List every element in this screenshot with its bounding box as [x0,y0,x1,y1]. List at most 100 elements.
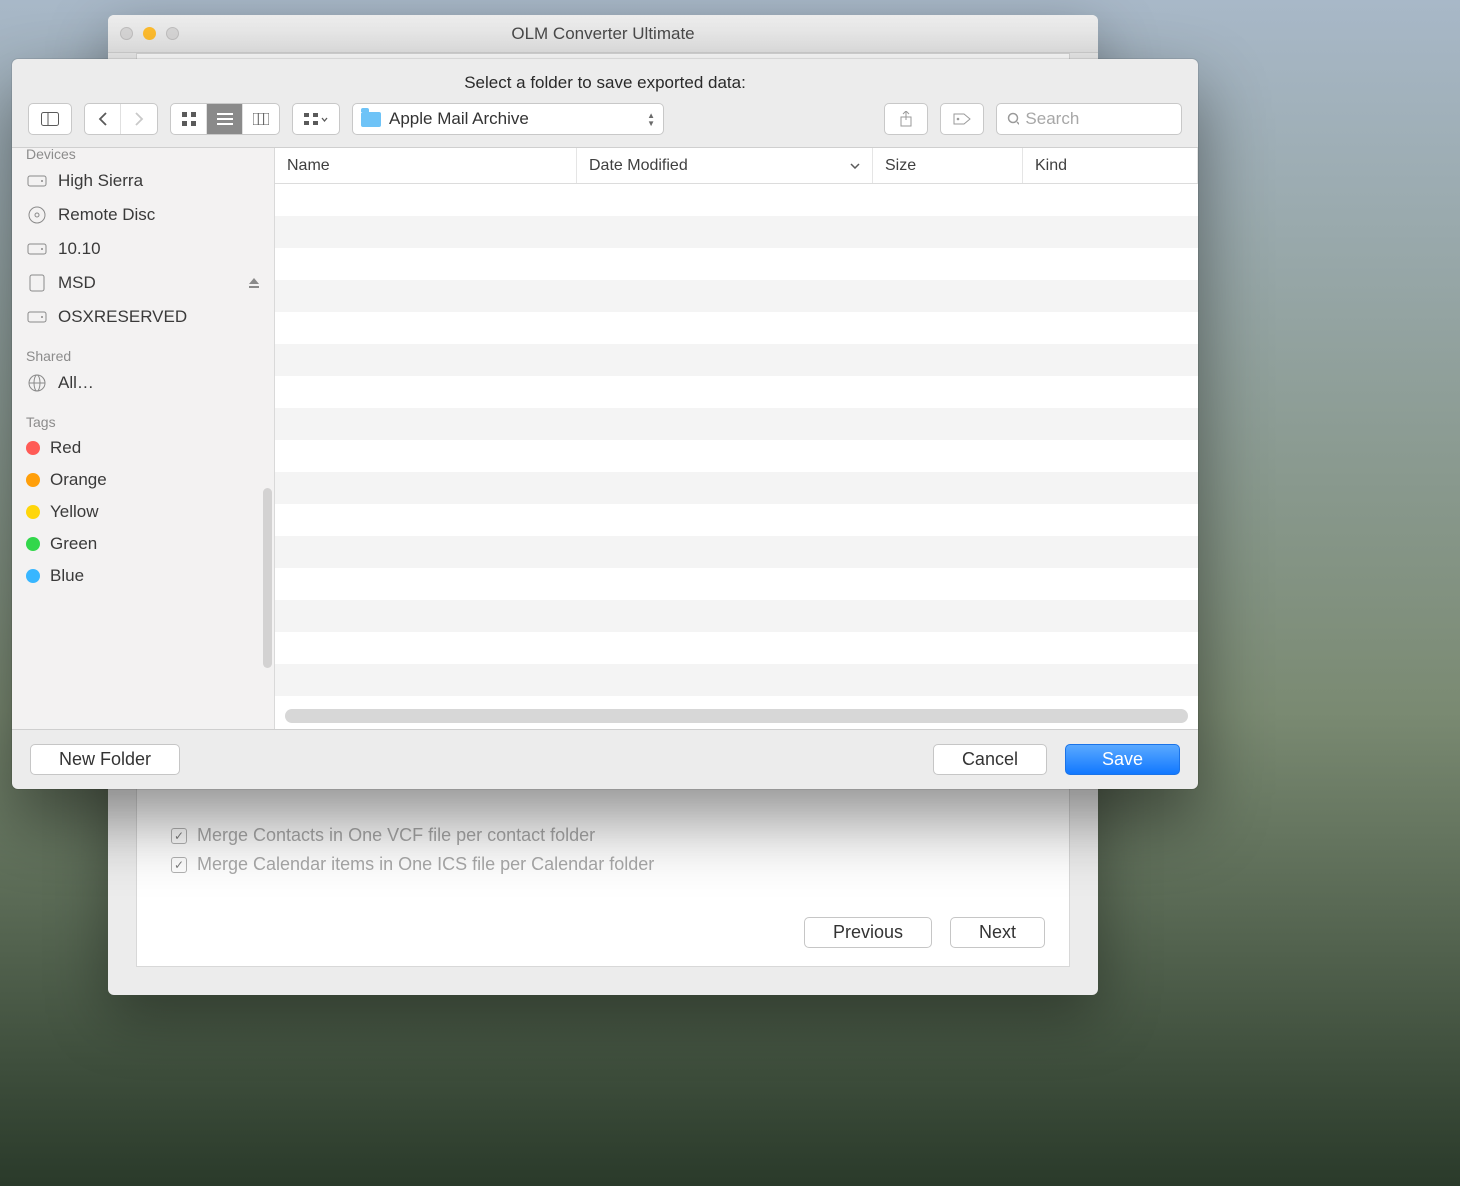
back-button[interactable] [85,104,121,134]
sidebar-item-msd[interactable]: MSD [12,266,274,300]
file-list: Name Date Modified Size Kind [275,148,1198,729]
external-drive-icon [26,272,48,294]
checkbox-checked-icon: ✓ [171,828,187,844]
file-browser: Devices High Sierra Remote Disc 10.10 MS… [12,147,1198,730]
sidebar: Devices High Sierra Remote Disc 10.10 MS… [12,148,275,729]
search-field[interactable] [996,103,1182,135]
share-icon [899,111,913,127]
column-headers: Name Date Modified Size Kind [275,148,1198,184]
sheet-footer: New Folder Cancel Save [12,730,1198,789]
share-button[interactable] [884,103,928,135]
table-row [275,312,1198,344]
window-title: OLM Converter Ultimate [511,24,694,44]
tags-button[interactable] [940,103,984,135]
nav-group [84,103,158,135]
column-label: Kind [1035,157,1067,175]
minimize-window-button[interactable] [143,27,156,40]
hdd-icon [26,306,48,328]
folder-icon [361,112,381,127]
hdd-icon [26,170,48,192]
column-name[interactable]: Name [275,148,577,183]
next-button[interactable]: Next [950,917,1045,948]
sidebar-item-remote-disc[interactable]: Remote Disc [12,198,274,232]
sidebar-item-label: Blue [50,566,84,586]
sidebar-item-label: Yellow [50,502,99,522]
checkbox-checked-icon: ✓ [171,857,187,873]
sidebar-icon [41,112,59,126]
cancel-button[interactable]: Cancel [933,744,1047,775]
previous-button[interactable]: Previous [804,917,932,948]
tag-dot-icon [26,537,40,551]
hdd-icon [26,238,48,260]
disc-icon [26,204,48,226]
sidebar-tag-blue[interactable]: Blue [12,560,274,592]
tag-icon [952,112,972,126]
sidebar-tag-yellow[interactable]: Yellow [12,496,274,528]
toolbar: Apple Mail Archive ▲▼ [12,103,1198,147]
sidebar-item-label: Red [50,438,81,458]
sidebar-item-label: High Sierra [58,171,143,191]
table-row [275,184,1198,216]
column-date-modified[interactable]: Date Modified [577,148,873,183]
table-row [275,216,1198,248]
table-row [275,248,1198,280]
sidebar-tag-orange[interactable]: Orange [12,464,274,496]
chevron-down-icon [850,163,860,169]
table-row [275,440,1198,472]
table-row [275,280,1198,312]
gallery-icon [304,113,318,125]
sidebar-tag-green[interactable]: Green [12,528,274,560]
column-label: Name [287,157,330,175]
table-row [275,472,1198,504]
sidebar-item-high-sierra[interactable]: High Sierra [12,164,274,198]
wizard-buttons: Previous Next [137,899,1069,966]
list-view-button[interactable] [207,104,243,134]
table-row [275,536,1198,568]
icon-view-button[interactable] [171,104,207,134]
merge-calendar-option[interactable]: ✓ Merge Calendar items in One ICS file p… [171,854,1035,875]
sidebar-item-osxreserved[interactable]: OSXRESERVED [12,300,274,334]
traffic-lights [120,27,179,40]
chevron-right-icon [134,112,144,126]
horizontal-scrollbar[interactable] [285,709,1188,723]
sidebar-item-all-shared[interactable]: All… [12,366,274,400]
sidebar-scrollbar[interactable] [263,488,272,668]
eject-icon[interactable] [248,277,260,289]
titlebar: OLM Converter Ultimate [108,15,1098,53]
forward-button[interactable] [121,104,157,134]
sidebar-toggle-button[interactable] [28,103,72,135]
column-kind[interactable]: Kind [1023,148,1198,183]
sidebar-item-label: Orange [50,470,107,490]
save-button[interactable]: Save [1065,744,1180,775]
table-row [275,408,1198,440]
tag-dot-icon [26,569,40,583]
zoom-window-button[interactable] [166,27,179,40]
sidebar-item-1010[interactable]: 10.10 [12,232,274,266]
sidebar-item-label: All… [58,373,94,393]
save-sheet: Select a folder to save exported data: [12,59,1198,789]
file-rows[interactable] [275,184,1198,729]
new-folder-button[interactable]: New Folder [30,744,180,775]
location-popup[interactable]: Apple Mail Archive ▲▼ [352,103,664,135]
tag-dot-icon [26,441,40,455]
table-row [275,600,1198,632]
column-view-button[interactable] [243,104,279,134]
globe-icon [26,372,48,394]
group-by-button[interactable] [292,103,340,135]
table-row [275,344,1198,376]
search-input[interactable] [1025,109,1171,129]
sidebar-header-shared: Shared [12,334,274,366]
sidebar-item-label: 10.10 [58,239,101,259]
tag-dot-icon [26,473,40,487]
updown-icon: ▲▼ [647,112,655,127]
column-label: Size [885,157,916,175]
column-label: Date Modified [589,157,688,175]
column-size[interactable]: Size [873,148,1023,183]
sidebar-tag-red[interactable]: Red [12,432,274,464]
chevron-left-icon [98,112,108,126]
table-row [275,504,1198,536]
merge-contacts-option[interactable]: ✓ Merge Contacts in One VCF file per con… [171,825,1035,846]
table-row [275,376,1198,408]
grid-icon [182,112,196,126]
close-window-button[interactable] [120,27,133,40]
